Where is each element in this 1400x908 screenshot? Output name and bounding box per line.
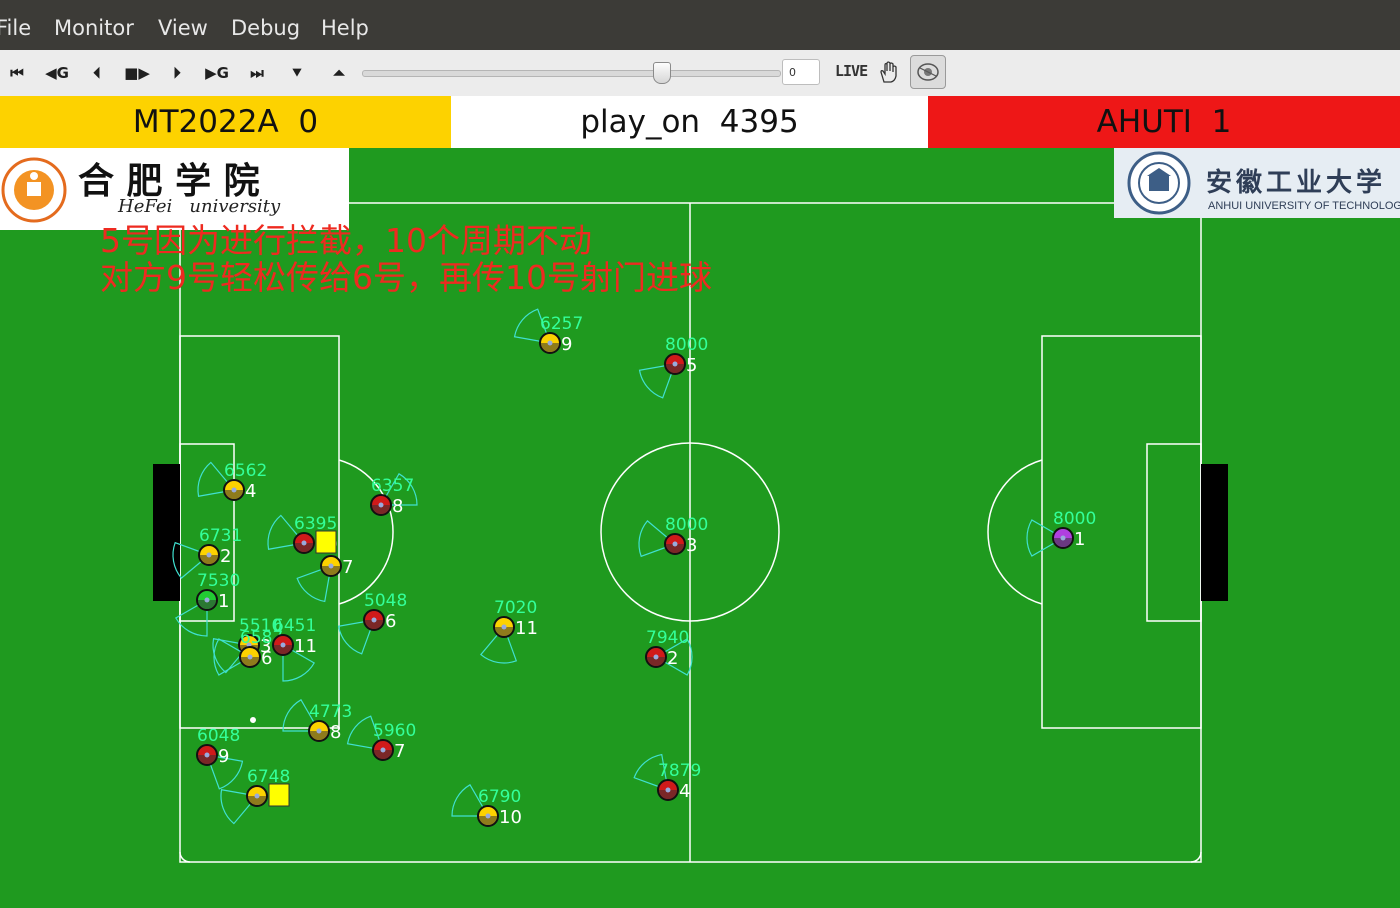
player-center <box>204 752 210 758</box>
player-center <box>665 787 671 793</box>
soccer-field: 4656226731175303551056748784773962571067… <box>153 202 1228 863</box>
player-number: 11 <box>294 636 317 657</box>
note-line-2: 对方9号轻松传给6号，再传10号射门进球 <box>100 258 712 297</box>
player-stamina: 6790 <box>478 787 521 807</box>
player-center <box>301 540 307 546</box>
ahut-logo-subtitle: ANHUI UNIVERSITY OF TECHNOLOGY <box>1208 200 1400 212</box>
player-yellow-8[interactable]: 84773 <box>282 699 352 743</box>
player-center <box>653 654 659 660</box>
player-red-10[interactable]: 106395 <box>267 514 338 555</box>
player-center <box>254 793 260 799</box>
player-number: 1 <box>1074 529 1085 550</box>
player-stamina: 4773 <box>309 702 352 722</box>
player-number: 6 <box>385 611 396 632</box>
right-penalty-arc <box>987 459 1043 605</box>
player-stamina: 6451 <box>273 616 316 636</box>
player-stamina: 7879 <box>658 761 701 781</box>
player-red-7[interactable]: 75960 <box>346 715 417 762</box>
player-number: 4 <box>245 481 256 502</box>
right-goal-area <box>1146 443 1202 622</box>
player-red-8[interactable]: 86357 <box>370 473 418 517</box>
ball <box>250 717 256 723</box>
player-red-11[interactable]: 116451 <box>272 616 317 682</box>
player-number: 1 <box>218 591 229 612</box>
corner-arc-br <box>1190 851 1202 863</box>
player-stamina: 7020 <box>494 598 537 618</box>
player-center <box>672 541 678 547</box>
player-center <box>378 502 384 508</box>
player-center <box>380 747 386 753</box>
player-red-4[interactable]: 47879 <box>633 753 701 802</box>
player-stamina: 6562 <box>224 461 267 481</box>
hefei-emblem-icon <box>1 157 67 223</box>
player-number: 11 <box>515 618 538 639</box>
player-stamina: 8000 <box>665 335 708 355</box>
player-yellow-10[interactable]: 106790 <box>451 784 522 828</box>
ahut-logo-title: 安徽工业大学 <box>1206 168 1387 198</box>
player-red-9[interactable]: 96048 <box>196 726 244 790</box>
player-center <box>547 340 553 346</box>
player-number: 2 <box>220 546 231 567</box>
player-stamina: 8000 <box>665 515 708 535</box>
yellow-card-icon <box>315 530 337 554</box>
player-red-1[interactable]: 18000 <box>1026 509 1096 557</box>
player-center <box>485 813 491 819</box>
player-number: 7 <box>394 741 405 762</box>
player-number: 3 <box>686 535 697 556</box>
player-red-2[interactable]: 27940 <box>645 628 693 676</box>
player-number: 5 <box>686 355 697 376</box>
player-red-5[interactable]: 58000 <box>638 335 709 399</box>
player-stamina: 7530 <box>197 571 240 591</box>
player-stamina: 5048 <box>364 591 407 611</box>
player-red-3[interactable]: 38000 <box>638 515 708 558</box>
yellow-card-icon <box>268 783 290 807</box>
player-yellow-5[interactable]: 56748 <box>220 767 290 825</box>
player-stamina: 7940 <box>646 628 689 648</box>
player-center <box>280 642 286 648</box>
player-center <box>204 597 210 603</box>
player-center <box>328 563 334 569</box>
player-stamina: 6048 <box>197 726 240 746</box>
player-center <box>247 654 253 660</box>
player-yellow-4[interactable]: 46562 <box>197 461 267 502</box>
player-number: 10 <box>499 807 522 828</box>
ahut-university-logo: 安徽工业大学 ANHUI UNIVERSITY OF TECHNOLOGY <box>1114 148 1400 218</box>
player-yellow-9[interactable]: 96257 <box>513 308 584 355</box>
player-stamina: 6731 <box>199 526 242 546</box>
player-center <box>206 552 212 558</box>
ahut-emblem-icon <box>1127 151 1191 215</box>
player-stamina: 5960 <box>373 721 416 741</box>
player-yellow-11[interactable]: 117020 <box>480 598 538 664</box>
player-center <box>316 728 322 734</box>
corner-arc-bl <box>179 851 191 863</box>
player-number: 8 <box>392 496 403 517</box>
player-yellow-1[interactable]: 17530 <box>175 571 240 637</box>
player-number: 9 <box>561 334 572 355</box>
left-goal <box>153 464 180 601</box>
player-yellow-7[interactable]: 7 <box>296 555 353 603</box>
player-center <box>231 487 237 493</box>
player-center <box>672 361 678 367</box>
player-number: 4 <box>679 781 690 802</box>
player-number: 8 <box>330 722 341 743</box>
player-number: 9 <box>218 746 229 767</box>
player-stamina: 6357 <box>371 476 414 496</box>
player-stamina: 6257 <box>540 314 583 334</box>
player-center <box>1060 535 1066 541</box>
player-stamina: 8000 <box>1053 509 1096 529</box>
player-number: 2 <box>667 648 678 669</box>
players-layer: 4656226731175303551056748784773962571067… <box>172 308 1096 828</box>
player-center <box>371 617 377 623</box>
player-number: 6 <box>261 648 272 669</box>
player-number: 7 <box>342 557 353 578</box>
right-goal <box>1201 464 1228 601</box>
player-center <box>501 624 507 630</box>
